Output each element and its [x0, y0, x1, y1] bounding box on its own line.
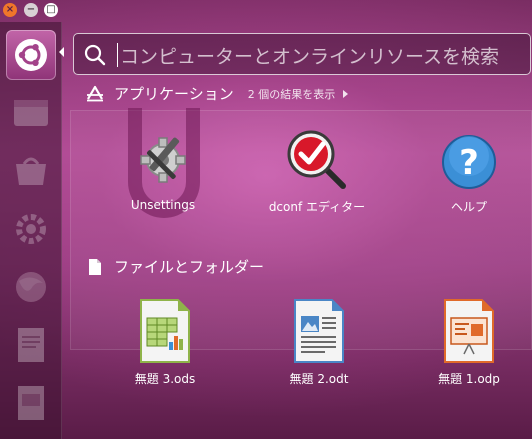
- search-icon: [84, 44, 106, 66]
- system-settings-icon: [16, 214, 46, 244]
- applications-section-header[interactable]: アプリケーション 2 個の結果を表示: [86, 83, 349, 104]
- file-label-odp: 無題 1.odp: [438, 372, 500, 386]
- presentation-document-icon: [444, 299, 494, 363]
- file-icon: [89, 258, 101, 275]
- launcher-item-browser[interactable]: [6, 262, 56, 312]
- app-label-dconf-editor: dconf エディター: [268, 200, 366, 214]
- file-result-odt[interactable]: 無題 2.odt: [254, 298, 384, 387]
- applications-section-title: アプリケーション: [114, 85, 234, 103]
- document-icon: [18, 328, 44, 362]
- text-document-icon: [294, 299, 344, 363]
- launcher-item-settings[interactable]: [6, 204, 56, 254]
- file-result-ods[interactable]: 無題 3.ods: [100, 298, 230, 387]
- applications-lens-icon: [87, 85, 103, 101]
- spreadsheet-icon: [140, 299, 190, 363]
- applications-result-count[interactable]: 2 個の結果を表示: [248, 86, 336, 102]
- active-launcher-indicator: [59, 47, 64, 57]
- launcher-item-software[interactable]: [6, 146, 56, 196]
- presentation-icon: [18, 386, 44, 420]
- dash-home-button[interactable]: [6, 30, 56, 80]
- launcher-item-writer[interactable]: [6, 320, 56, 370]
- files-icon: [14, 100, 48, 126]
- software-center-icon: [16, 157, 46, 185]
- files-section-header[interactable]: ファイルとフォルダー: [86, 256, 264, 277]
- search-placeholder: コンピューターとオンラインリソースを検索: [120, 46, 500, 68]
- file-result-odp[interactable]: 無題 1.odp: [404, 298, 532, 387]
- app-result-dconf-editor[interactable]: dconf エディター: [252, 128, 382, 215]
- close-button[interactable]: ×: [3, 3, 17, 17]
- search-field[interactable]: コンピューターとオンラインリソースを検索: [73, 33, 531, 75]
- browser-icon: [16, 272, 46, 302]
- unsettings-icon: [140, 137, 186, 183]
- expand-arrow-icon[interactable]: [343, 89, 349, 98]
- launcher-item-impress[interactable]: [6, 378, 56, 428]
- text-cursor: [117, 43, 118, 67]
- svg-text:?: ?: [459, 143, 479, 183]
- launcher-item-files[interactable]: [6, 88, 56, 138]
- app-label-unsettings: Unsettings: [130, 198, 196, 212]
- file-label-odt: 無題 2.odt: [289, 372, 349, 386]
- app-result-unsettings[interactable]: Unsettings: [98, 128, 228, 212]
- maximize-button[interactable]: □: [44, 3, 58, 17]
- help-icon: ?: [442, 135, 496, 189]
- app-label-help: ヘルプ: [450, 200, 487, 214]
- file-label-ods: 無題 3.ods: [134, 372, 196, 386]
- dconf-editor-icon: [287, 130, 346, 189]
- ubuntu-logo-icon: [15, 39, 47, 71]
- launcher: [0, 22, 62, 439]
- files-section-title: ファイルとフォルダー: [114, 258, 265, 276]
- app-result-help[interactable]: ? ヘルプ: [404, 132, 532, 215]
- minimize-button[interactable]: −: [24, 3, 38, 17]
